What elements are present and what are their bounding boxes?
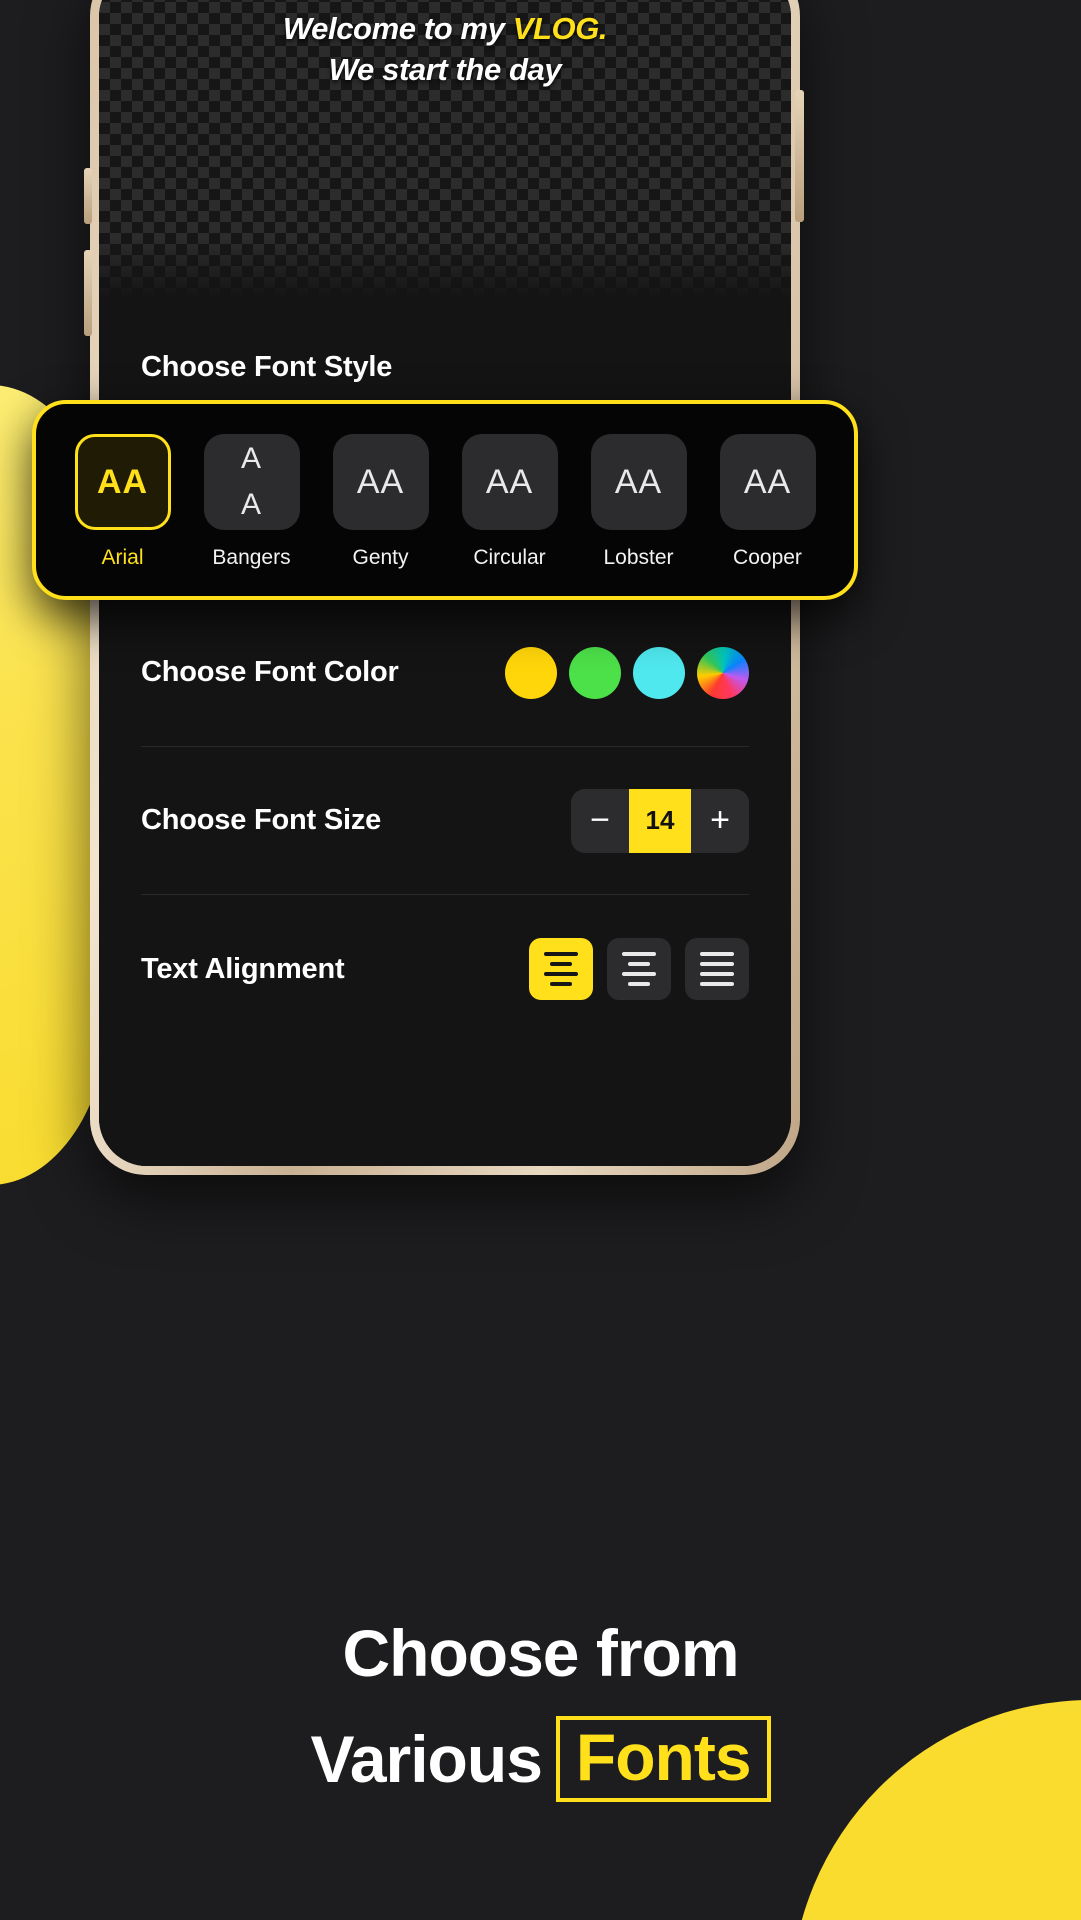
font-option-bangers[interactable]: A A Bangers (193, 434, 311, 570)
align-justify-icon[interactable] (685, 938, 749, 1000)
color-swatch-yellow[interactable] (505, 646, 557, 699)
preview-text-accent: VLOG. (512, 11, 608, 46)
font-size-stepper: − 14 + (571, 788, 749, 853)
font-preview-glyph-lobster: AA (590, 434, 687, 530)
headline-line1: Choose from (342, 1616, 739, 1691)
align-center-icon[interactable] (607, 938, 671, 1000)
font-label-arial: Arial (101, 546, 144, 569)
font-color-label: Choose Font Color (141, 656, 399, 688)
row-font-size: Choose Font Size − 14 + (141, 747, 749, 895)
font-size-label: Choose Font Size (141, 804, 382, 836)
font-label-bangers: Bangers (212, 546, 291, 569)
font-style-label: Choose Font Style (141, 351, 393, 383)
font-option-lobster[interactable]: AA Lobster (580, 434, 698, 570)
font-option-circular[interactable]: AA Circular (451, 434, 569, 570)
font-label-cooper: Cooper (733, 546, 802, 569)
promo-screenshot: Welcome to my VLOG. We start the day Cho… (0, 0, 1081, 1920)
font-preview-glyph-bangers-bottom: A (240, 488, 262, 521)
font-size-decrement-button[interactable]: − (571, 788, 629, 853)
font-preview-glyph-circular: AA (461, 434, 558, 530)
align-left-icon[interactable] (529, 938, 593, 1000)
phone-volume-down-button (84, 250, 92, 336)
text-alignment-label: Text Alignment (141, 952, 345, 985)
font-label-circular: Circular (473, 546, 546, 569)
canvas-preview[interactable]: Welcome to my VLOG. We start the day (99, 0, 791, 299)
color-swatch-list (505, 646, 749, 699)
font-size-increment-button[interactable]: + (691, 788, 749, 853)
font-preview-glyph-bangers-top: A (240, 442, 262, 475)
row-font-color: Choose Font Color (141, 599, 749, 747)
phone-power-button (795, 90, 804, 222)
headline-line2: Various Fonts (0, 1716, 1081, 1802)
alignment-button-group (529, 938, 749, 1000)
phone-volume-up-button (84, 168, 92, 224)
preview-fade-overlay (99, 239, 791, 299)
font-size-value[interactable]: 14 (629, 788, 691, 853)
font-option-arial[interactable]: AA Arial (64, 434, 182, 570)
font-style-list: AA Arial A A Bangers AA Genty AA Circula… (36, 434, 854, 570)
preview-text-line1-prefix: Welcome to my (282, 11, 513, 46)
headline-line2-boxed: Fonts (555, 1716, 771, 1802)
font-preview-glyph-cooper: AA (719, 434, 816, 530)
row-text-alignment: Text Alignment (141, 895, 749, 1043)
font-preview-glyph-bangers: A A (203, 434, 300, 530)
font-label-lobster: Lobster (603, 546, 674, 569)
preview-text: Welcome to my VLOG. We start the day (99, 9, 791, 91)
font-preview-glyph-arial: AA (74, 434, 171, 530)
preview-text-line2: We start the day (328, 51, 562, 87)
color-swatch-rainbow[interactable] (697, 646, 749, 699)
color-swatch-cyan[interactable] (633, 646, 685, 699)
font-option-cooper[interactable]: AA Cooper (709, 434, 827, 570)
font-style-picker-callout: AA Arial A A Bangers AA Genty AA Circula… (32, 400, 858, 600)
promo-headline: Choose from Various Fonts (0, 1617, 1081, 1802)
font-label-genty: Genty (352, 546, 409, 569)
headline-line2-prefix: Various (310, 1722, 542, 1796)
color-swatch-green[interactable] (569, 646, 621, 699)
font-preview-glyph-genty: AA (332, 434, 429, 530)
font-option-genty[interactable]: AA Genty (322, 434, 440, 570)
